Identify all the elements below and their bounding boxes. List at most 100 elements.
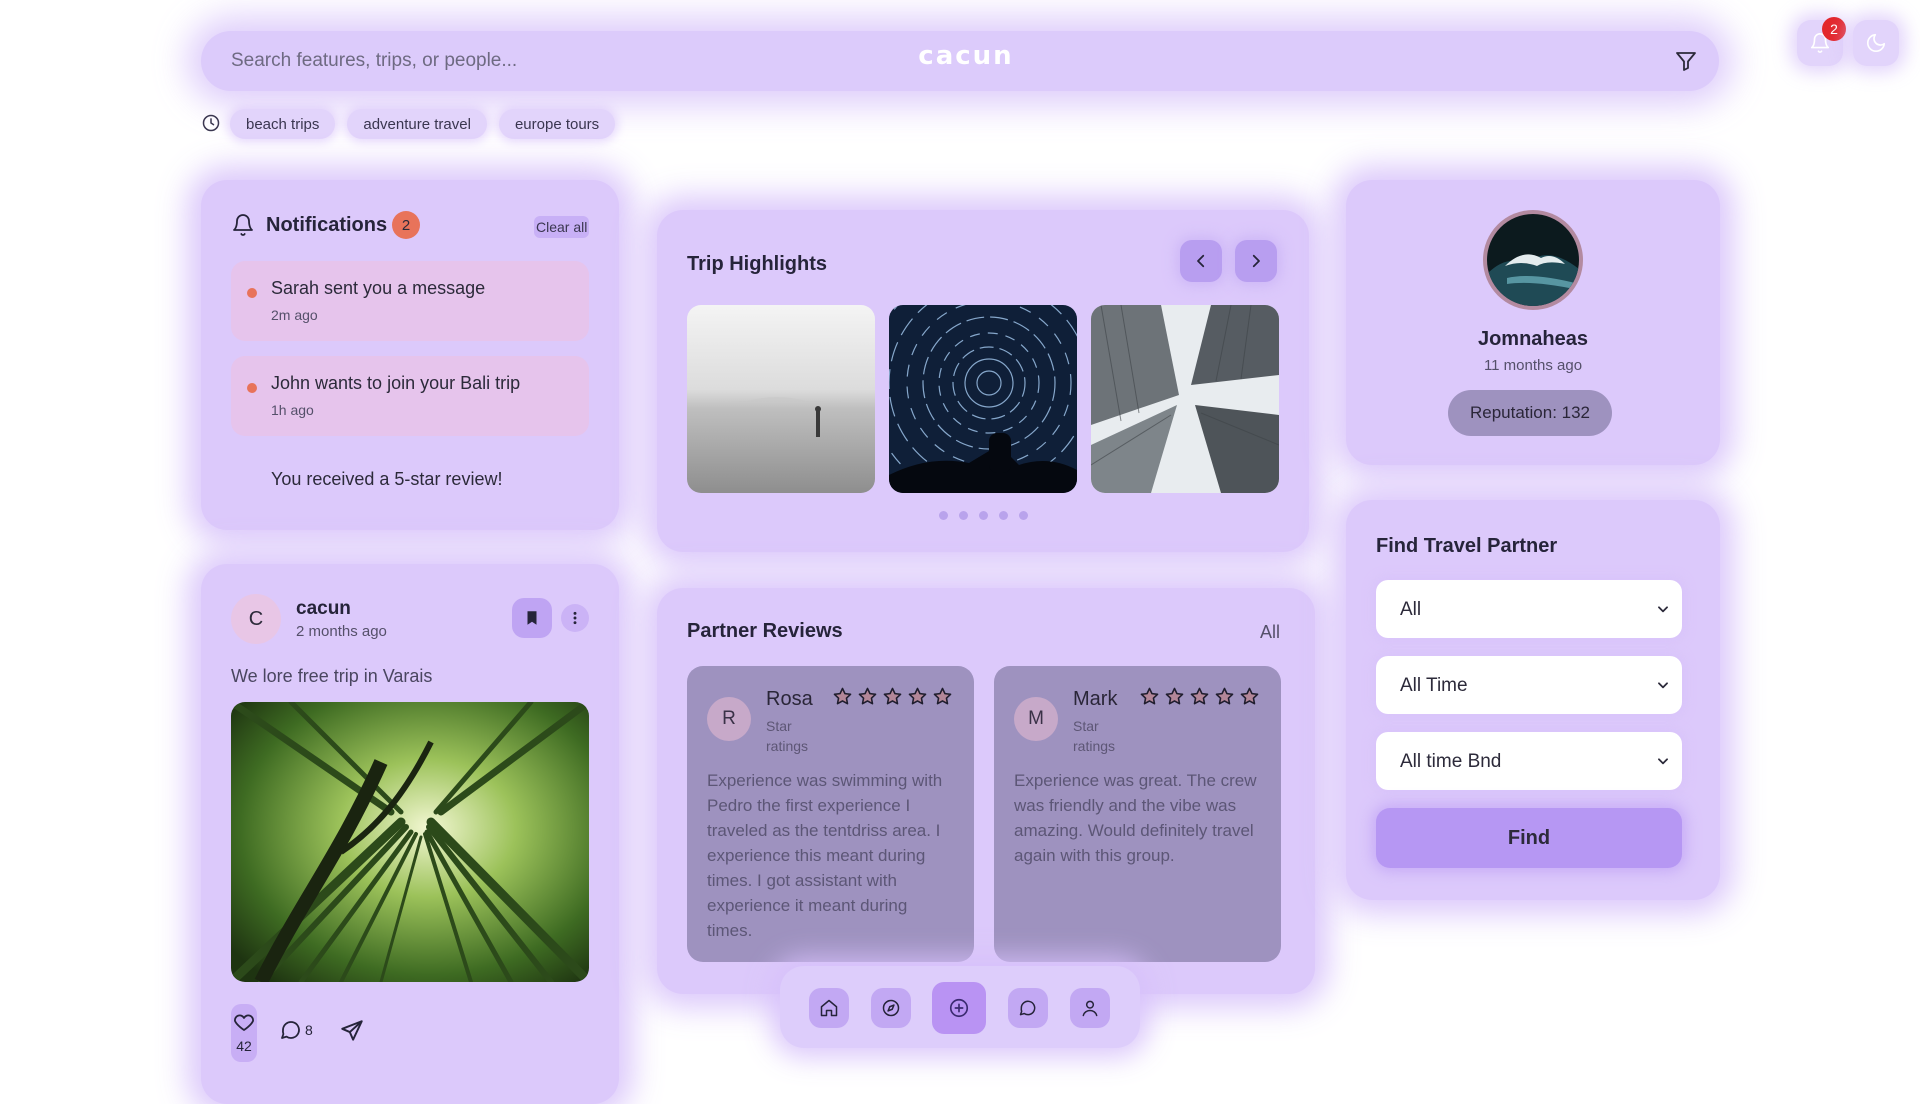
review-card[interactable]: R Rosa Star ratings Experience was swimm…	[687, 666, 974, 962]
all-reviews-link[interactable]: All	[1260, 622, 1280, 643]
heart-icon	[234, 1014, 254, 1031]
trip-highlights-title: Trip Highlights	[687, 253, 827, 275]
like-button[interactable]: 42	[231, 1004, 257, 1062]
ocean-wave-avatar	[1487, 214, 1579, 306]
skyscrapers-photo	[1091, 305, 1279, 493]
post-card: C cacun 2 months ago We lore free trip i…	[201, 564, 619, 1104]
highlight-photo[interactable]	[889, 305, 1077, 493]
bottom-nav	[780, 966, 1140, 1048]
moon-icon	[1866, 33, 1886, 53]
unread-dot	[247, 383, 257, 393]
post-author[interactable]: cacun	[296, 598, 351, 620]
comment-button[interactable]: 8	[279, 1018, 313, 1042]
user-icon	[1082, 1000, 1098, 1017]
post-time: 2 months ago	[296, 623, 387, 640]
destination-select-wrap: All	[1376, 580, 1682, 638]
recent-chip[interactable]: adventure travel	[347, 109, 487, 139]
bookmark-button[interactable]	[512, 598, 552, 638]
find-travel-partner-panel: Find Travel Partner All All Time All tim…	[1346, 500, 1720, 900]
carousel-dot[interactable]	[939, 511, 948, 520]
more-options-button[interactable]	[561, 604, 589, 632]
share-button[interactable]	[339, 1018, 365, 1044]
profile-card: Jomnaheas 11 months ago Reputation: 132	[1346, 180, 1720, 465]
next-button[interactable]	[1235, 240, 1277, 282]
review-card[interactable]: M Mark Star ratings Experience was great…	[994, 666, 1281, 962]
carousel-dot[interactable]	[1019, 511, 1028, 520]
notifications-title: Notifications	[266, 214, 388, 236]
notifications-count-badge: 2	[392, 211, 420, 239]
star-rating	[832, 686, 953, 707]
filter-icon	[1676, 52, 1696, 71]
avatar[interactable]: C	[231, 594, 281, 644]
send-icon	[341, 1020, 363, 1041]
star-icon	[1240, 687, 1259, 705]
notification-item[interactable]: You received a 5-star review!	[231, 450, 589, 510]
highlight-photo[interactable]	[687, 305, 875, 493]
notification-time: 1h ago	[271, 402, 314, 418]
star-icon	[933, 687, 952, 705]
star-icon	[1190, 687, 1209, 705]
comment-count: 8	[305, 1022, 313, 1038]
chevron-right-icon	[1252, 254, 1260, 268]
clock-icon	[202, 114, 220, 132]
misty-lake-photo	[687, 305, 875, 493]
partner-reviews-panel: Partner Reviews All R Rosa Star ratings …	[657, 588, 1315, 994]
reviewer-name: Rosa	[766, 688, 813, 710]
carousel-dot[interactable]	[979, 511, 988, 520]
budget-select[interactable]: All time Bnd	[1376, 732, 1682, 790]
star-icon	[833, 687, 852, 705]
reviewer-subtitle: Star ratings	[766, 718, 809, 754]
destination-select[interactable]: All	[1376, 580, 1682, 638]
partner-reviews-title: Partner Reviews	[687, 620, 843, 642]
recent-searches-icon-wrap	[201, 113, 221, 133]
reputation-badge: Reputation: 132	[1448, 390, 1612, 436]
carousel-dot[interactable]	[959, 511, 968, 520]
star-trails-photo	[889, 305, 1077, 493]
like-count: 42	[236, 1038, 252, 1054]
post-image[interactable]	[231, 702, 589, 982]
nav-messages[interactable]	[1008, 988, 1048, 1028]
nav-explore[interactable]	[871, 988, 911, 1028]
home-icon	[820, 999, 838, 1017]
nav-profile[interactable]	[1070, 988, 1110, 1028]
notification-text: John wants to join your Bali trip	[271, 373, 521, 393]
search-input[interactable]	[231, 31, 831, 91]
star-rating	[1139, 686, 1260, 707]
recent-searches: beach trips adventure travel europe tour…	[230, 109, 616, 139]
post-text: We lore free trip in Varais	[231, 666, 433, 686]
carousel-dot[interactable]	[999, 511, 1008, 520]
review-text: Experience was great. The crew was frien…	[1014, 771, 1257, 865]
nav-create[interactable]	[932, 982, 986, 1034]
star-icon	[883, 687, 902, 705]
reviewer-subtitle: Star ratings	[1073, 718, 1116, 754]
filter-button[interactable]	[1671, 46, 1701, 76]
recent-chip[interactable]: beach trips	[230, 109, 336, 139]
notifications-bell	[231, 213, 255, 237]
prev-button[interactable]	[1180, 240, 1222, 282]
recent-chip[interactable]: europe tours	[498, 109, 616, 139]
nav-home[interactable]	[809, 988, 849, 1028]
chevron-left-icon	[1197, 254, 1205, 268]
star-icon	[1165, 687, 1184, 705]
reviewer-name: Mark	[1073, 688, 1118, 710]
time-select-wrap: All Time	[1376, 656, 1682, 714]
clear-all-button[interactable]: Clear all	[534, 216, 590, 238]
profile-avatar[interactable]	[1483, 210, 1583, 310]
notification-item[interactable]: Sarah sent you a message 2m ago	[231, 261, 589, 341]
plus-circle-icon	[949, 998, 969, 1018]
star-icon	[908, 687, 927, 705]
notification-count-badge: 2	[1822, 17, 1846, 41]
star-icon	[858, 687, 877, 705]
time-select[interactable]: All Time	[1376, 656, 1682, 714]
compass-icon	[882, 999, 900, 1017]
find-button[interactable]: Find	[1376, 808, 1682, 868]
theme-toggle-button[interactable]	[1853, 20, 1899, 66]
bookmark-icon	[527, 611, 537, 625]
trip-highlights-panel: Trip Highlights	[657, 210, 1309, 552]
search-bar: cacun	[201, 31, 1719, 91]
avatar: R	[707, 697, 751, 741]
profile-name: Jomnaheas	[1477, 328, 1589, 350]
highlight-photo[interactable]	[1091, 305, 1279, 493]
review-text: Experience was swimming with Pedro the f…	[707, 771, 943, 940]
notification-item[interactable]: John wants to join your Bali trip 1h ago	[231, 356, 589, 436]
